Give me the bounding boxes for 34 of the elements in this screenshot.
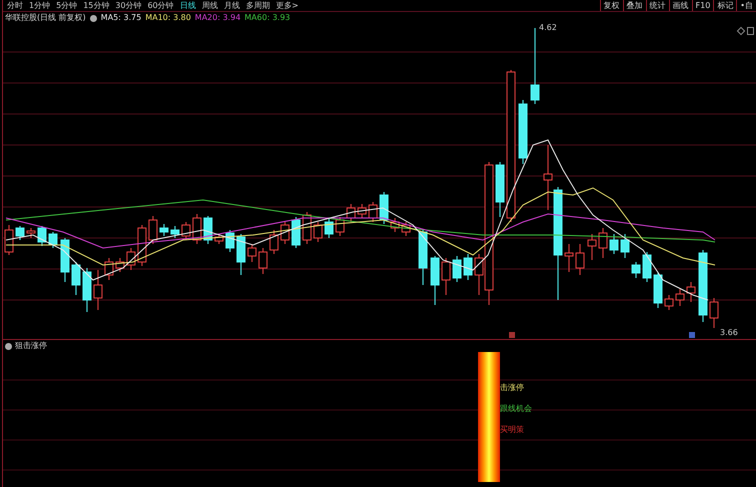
gear-icon[interactable] — [90, 14, 97, 22]
period-tab[interactable]: 30分钟 — [113, 0, 144, 12]
indicator-title: 狙击涨停 — [15, 340, 47, 352]
toolbar-button[interactable]: 统计 — [646, 0, 668, 11]
moving-average-label: MA60: 3.93 — [244, 12, 290, 24]
period-tab[interactable]: 60分钟 — [146, 0, 176, 12]
toolbar-button[interactable]: 复权 — [600, 0, 622, 11]
period-tab[interactable]: 周线 — [200, 0, 220, 12]
signal-label: 击涨停 — [500, 382, 525, 394]
toolbar-button[interactable]: 叠加 — [622, 0, 646, 11]
signal-label: 跟线机会 — [500, 403, 532, 415]
toolbar-button[interactable]: •自 — [736, 0, 756, 11]
toolbar-button[interactable]: 标记 — [713, 0, 736, 11]
period-tab[interactable]: 15分钟 — [81, 0, 112, 12]
period-tab[interactable]: 分时 — [5, 0, 25, 12]
period-tab[interactable]: 更多> — [274, 0, 300, 12]
panel-icon[interactable] — [747, 27, 754, 35]
signal-label: 买明策 — [500, 424, 525, 436]
toolbar-button[interactable]: 画线 — [668, 0, 692, 11]
period-tab[interactable]: 1分钟 — [27, 0, 52, 12]
gear-icon[interactable] — [5, 342, 12, 350]
period-tab[interactable]: 多周期 — [244, 0, 272, 12]
moving-average-label: MA20: 3.94 — [194, 12, 241, 24]
moving-average-label: MA10: 3.80 — [145, 12, 191, 24]
low-price-label: 3.66 — [720, 327, 738, 339]
event-marker-icon[interactable] — [689, 332, 695, 338]
high-price-label: 4.62 — [539, 22, 557, 34]
period-tab[interactable]: 5分钟 — [54, 0, 80, 12]
period-tab[interactable]: 日线 — [178, 0, 198, 12]
stock-title: 华联控股(日线 前复权) — [5, 12, 86, 24]
period-tab[interactable]: 月线 — [222, 0, 242, 12]
event-marker-icon[interactable] — [509, 332, 515, 338]
toolbar-button[interactable]: F10 — [692, 0, 714, 11]
moving-average-label: MA5: 3.75 — [100, 12, 142, 24]
